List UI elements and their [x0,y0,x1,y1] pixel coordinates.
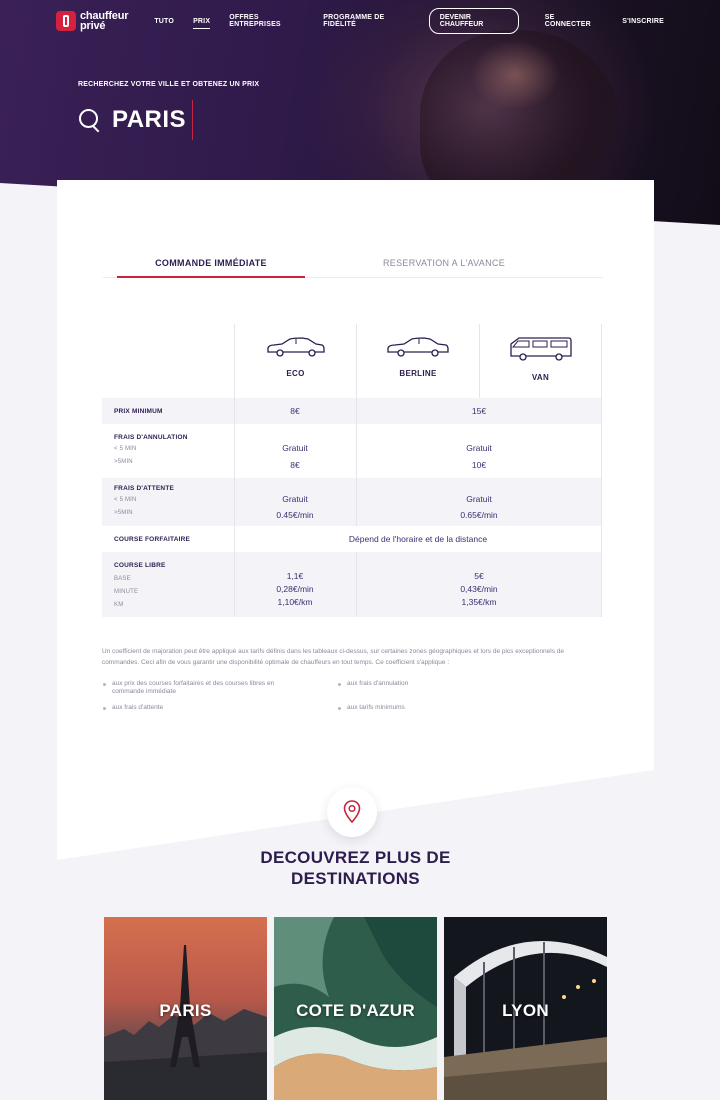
login-link[interactable]: SE CONNECTER [545,14,596,28]
table-row-flat: COURSE FORFAITAIRE Dépend de l'horaire e… [102,526,602,552]
tile-label: LYON [502,1001,549,1020]
price-rest: 0,43€/min [460,584,498,594]
list-item: aux frais d'annulation [337,680,537,688]
destination-tile-lyon[interactable]: LYON [444,917,607,1100]
price-rest: Gratuit [466,443,492,453]
table-row-min-price: PRIX MINIMUM 8€ 15€ [102,398,602,424]
row-sublabel: < 5 MIN [114,497,137,503]
pricing-card: COMMANDE IMMÉDIATE RESERVATION A L'AVANC… [57,180,654,1100]
vehicle-berline: BERLINE [356,324,479,398]
city-search-input[interactable]: PARIS [112,106,186,134]
city-search[interactable]: PARIS [78,100,194,140]
nav-link-programme-fidelite[interactable]: PROGRAMME DE FIDÉLITÉ [323,14,409,28]
price-rest: 10€ [471,460,487,470]
top-navigation: chauffeur privé TUTO PRIX OFFRES ENTREPR… [56,8,664,34]
logo-mark-icon [56,11,76,31]
vehicle-header-row: ECO BERLINE VAN [102,324,602,398]
destination-tile-paris[interactable]: PARIS [104,917,267,1100]
nav-link-offres-entreprises[interactable]: OFFRES ENTREPRISES [229,14,304,28]
row-sublabel: BASE [114,576,131,582]
row-sublabel: MINUTE [114,589,139,595]
row-sublabel: < 5 MIN [114,446,137,452]
row-sublabel: KM [114,602,124,608]
vehicle-name-eco: ECO [286,369,305,378]
price-rest: 15€ [471,406,487,416]
sedan-icon [387,337,449,357]
destination-tile-cote-azur[interactable]: COTE D'AZUR [274,917,437,1100]
pricing-tabs: COMMANDE IMMÉDIATE RESERVATION A L'AVANC… [103,254,603,278]
price-eco: Gratuit [282,494,308,504]
pricing-table: ECO BERLINE VAN PRIX MINIMUM 8€ 15€ FRAI… [102,324,602,617]
row-label: FRAIS D'ATTENTE [114,485,175,492]
price-eco: 1,10€/km [277,597,313,607]
text-caret [192,100,194,140]
tile-label: PARIS [159,1001,212,1020]
price-rest: 0.65€/min [460,510,498,520]
list-item: aux frais d'attente [102,704,302,712]
price-flat: Dépend de l'horaire et de la distance [348,534,488,544]
price-rest: Gratuit [466,494,492,504]
price-rest: 5€ [474,571,484,581]
price-eco: 1,1€ [286,571,304,581]
van-icon [509,337,572,361]
row-label: FRAIS D'ANNULATION [114,434,188,441]
nav-link-prix[interactable]: PRIX [193,18,211,29]
table-row-wait: FRAIS D'ATTENTE < 5 MIN >5MIN Gratuit 0.… [102,478,602,526]
row-label: PRIX MINIMUM [114,408,163,415]
list-item: aux tarifs minimums [337,704,537,712]
price-eco: 0.45€/min [276,510,314,520]
logo[interactable]: chauffeur privé [56,10,129,32]
nav-link-tuto[interactable]: TUTO [154,18,174,25]
sedan-icon [266,337,325,357]
surcharge-note: Un coefficient de majoration peut être a… [102,648,565,666]
hero-subtitle: RECHERCHEZ VOTRE VILLE ET OBTENEZ UN PRI… [78,81,260,88]
vehicle-name-berline: BERLINE [399,369,437,378]
vehicle-eco: ECO [234,324,356,398]
row-label: COURSE FORFAITAIRE [114,536,191,543]
list-item: aux prix des courses forfaitaires et des… [102,680,302,696]
become-driver-button[interactable]: DEVENIR CHAUFFEUR [428,8,519,34]
row-sublabel: >5MIN [114,510,133,516]
price-eco: Gratuit [282,443,308,453]
tab-commande-immediate[interactable]: COMMANDE IMMÉDIATE [117,254,305,278]
row-label: COURSE LIBRE [114,562,166,569]
search-icon [78,108,102,132]
logo-text: chauffeur privé [80,10,129,32]
destination-tiles: PARIS COTE D'AZUR LYON [104,917,607,1100]
location-pin-badge [327,787,377,837]
tile-label: COTE D'AZUR [296,1001,415,1020]
price-rest: 1,35€/km [461,597,497,607]
price-eco: 0,28€/min [276,584,314,594]
vehicle-name-van: VAN [531,373,550,382]
table-row-free: COURSE LIBRE BASE MINUTE KM 1,1€ 0,28€/m… [102,552,602,617]
price-eco: 8€ [290,460,300,470]
destinations-title: DECOUVREZ PLUS DE DESTINATIONS [260,848,451,888]
price-eco: 8€ [290,406,300,416]
vehicle-van: VAN [479,324,602,398]
row-sublabel: >5MIN [114,459,133,465]
table-row-cancel: FRAIS D'ANNULATION < 5 MIN >5MIN Gratuit… [102,424,602,478]
signup-link[interactable]: S'INSCRIRE [622,18,664,25]
tab-reservation-avance[interactable]: RESERVATION A L'AVANCE [319,254,569,277]
location-pin-icon [343,800,361,824]
